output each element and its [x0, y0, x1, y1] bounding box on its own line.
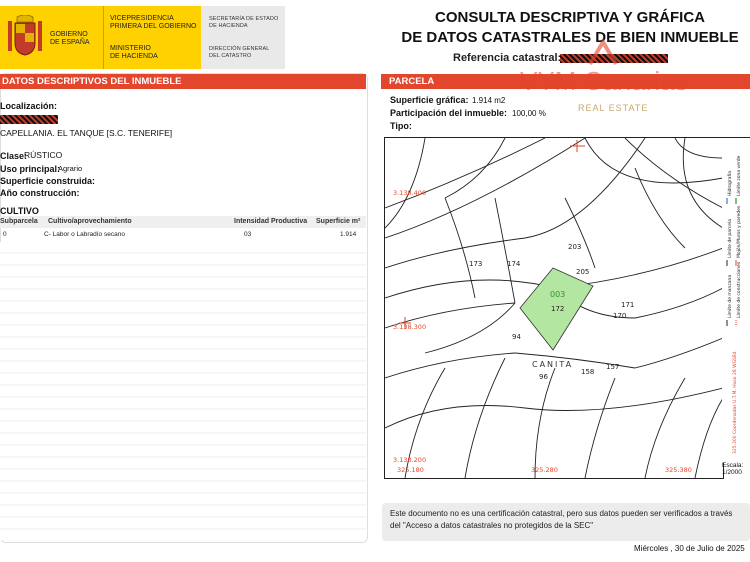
coord-x-label: 325.380 [665, 466, 692, 474]
lot-number: 205 [576, 268, 589, 276]
anio-construccion-label: Año construcción: [0, 188, 80, 198]
ministerio-line-2: DE HACIENDA [110, 53, 158, 60]
coord-x-label: 325.280 [531, 466, 558, 474]
legend-parcela: Límite de parcela [726, 219, 733, 258]
sec-line-1: SECRETARÍA DE ESTADO [209, 16, 279, 22]
col-subparcela: Subparcela [0, 218, 38, 225]
lot-number: 203 [568, 243, 581, 251]
legend-zona-verde: Límite zona verde [735, 155, 742, 196]
participacion-label: Participación del inmueble: [390, 108, 508, 118]
ministerio-line-1: MINISTERIO [110, 45, 151, 52]
participacion-value: 100,00 % [512, 109, 546, 118]
lot-number: 173 [469, 260, 482, 268]
col-intensidad: Intensidad Productiva [234, 218, 308, 225]
legend-coordenadas: 325.300 Coordenadas U.T.M. Huso 28 WGS84 [732, 351, 738, 454]
legend-construcciones: Límite de construcciones [735, 261, 742, 318]
col-cultivo: Cultivo/aprovechamiento [48, 218, 132, 225]
dg-line-2: DEL CATASTRO [209, 53, 252, 59]
place-name-label: CANITA [532, 360, 573, 369]
vice-line-1: VICEPRESIDENCIA [110, 15, 174, 22]
title-line-1: CONSULTA DESCRIPTIVA Y GRÁFICA [434, 9, 705, 26]
scale-label: Escala: [722, 462, 744, 469]
watermark-logo: VYM Canarias [520, 66, 688, 96]
lot-number: 171 [621, 301, 634, 309]
parcel-number-label: 172 [551, 305, 564, 313]
superficie-grafica-label: Superficie gráfica: [390, 95, 469, 105]
cell-superficie: 1.914 [340, 231, 357, 238]
uso-label: Uso principal: [0, 164, 61, 174]
uso-value: Agrario [58, 164, 83, 173]
verification-notice-text: Este documento no es una certificación c… [390, 509, 733, 530]
table-row: 0 C- Labor o Labradío secano 03 1.914 [0, 229, 366, 241]
cadastral-map-svg: 003 172 CANITA 173 174 203 205 171 170 9… [384, 137, 724, 479]
lot-number: 96 [539, 373, 548, 381]
referencia-label: Referencia catastral: [453, 52, 562, 64]
lot-number: 174 [507, 260, 521, 268]
coat-of-arms-icon [8, 15, 42, 56]
lot-number: 158 [581, 368, 594, 376]
cell-cultivo: C- Labor o Labradío secano [44, 231, 125, 238]
lot-number: 157 [606, 363, 619, 371]
cadastral-map[interactable]: 003 172 CANITA 173 174 203 205 171 170 9… [384, 137, 724, 479]
dg-line-1: DIRECCIÓN GENERAL [209, 46, 270, 52]
clase-value: RÚSTICO [24, 150, 63, 160]
watermark-subtitle: REAL ESTATE [578, 103, 649, 113]
gobierno-logo-block: GOBIERNO DE ESPAÑA [0, 6, 103, 69]
superficie-grafica-value: 1.914 m2 [472, 96, 506, 105]
localizacion-value: CAPELLANIA. EL TANQUE [S.C. TENERIFE] [0, 128, 173, 138]
gov-line-2: DE ESPAÑA [50, 39, 90, 46]
parcel-id-label: 003 [550, 290, 565, 299]
verification-notice: Este documento no es una certificación c… [382, 503, 750, 541]
legend-hidrografia: Hidrografía [726, 171, 733, 196]
descriptive-data-title: DATOS DESCRIPTIVOS DEL INMUEBLE [2, 76, 182, 87]
coord-y-label: 3.138.400 [393, 189, 426, 197]
lot-number: 94 [512, 333, 521, 341]
cultivo-table-header: Subparcela Cultivo/aprovechamiento Inten… [0, 216, 366, 228]
title-line-2: DE DATOS CATASTRALES DE BIEN INMUEBLE [401, 29, 739, 46]
cultivo-label: CULTIVO [0, 206, 39, 216]
coord-y-label: 3.138.200 [393, 456, 426, 464]
tipo-label: Tipo: [390, 121, 412, 131]
localizacion-redacted [0, 115, 58, 124]
clase-label: Clase: [0, 151, 28, 161]
parcela-title: PARCELA [389, 76, 435, 87]
document-date: Miércoles , 30 de Julio de 2025 [634, 544, 745, 553]
descriptive-data-header: DATOS DESCRIPTIVOS DEL INMUEBLE [0, 74, 366, 89]
superficie-construida-label: Superficie construida: [0, 176, 96, 186]
coord-x-label: 325.180 [397, 466, 424, 474]
secretaria-block: SECRETARÍA DE ESTADO DE HACIENDA DIRECCI… [201, 6, 285, 69]
gov-line-1: GOBIERNO [50, 31, 88, 38]
scale-value: 1/2000 [722, 469, 742, 476]
legend-mojon: Mojón/Muros y paredes [735, 205, 742, 258]
sec-line-2: DE HACIENDA [209, 23, 248, 29]
col-superficie: Superficie m² [316, 218, 361, 225]
localizacion-label: Localización: [0, 101, 58, 111]
coord-y-label: 3.138.300 [393, 323, 426, 331]
legend-svg: Hidrografía Límite zona verde Límite de … [726, 155, 742, 454]
vice-line-2: PRIMERA DEL GOBIERNO [110, 23, 197, 30]
watermark-roof-icon [588, 38, 618, 66]
cell-subparcela: 0 [3, 231, 7, 238]
legend-manzana: Límite de manzana [726, 275, 733, 318]
cell-intensidad: 03 [244, 231, 252, 238]
table-empty-area [0, 242, 366, 540]
map-scale: Escala: 1/2000 [722, 462, 750, 477]
lot-number: 170 [613, 312, 626, 320]
vicepresidencia-block: VICEPRESIDENCIA PRIMERA DEL GOBIERNO MIN… [103, 6, 202, 69]
page-title: CONSULTA DESCRIPTIVA Y GRÁFICA DE DATOS … [380, 8, 750, 48]
map-legend: Hidrografía Límite zona verde Límite de … [722, 137, 750, 463]
